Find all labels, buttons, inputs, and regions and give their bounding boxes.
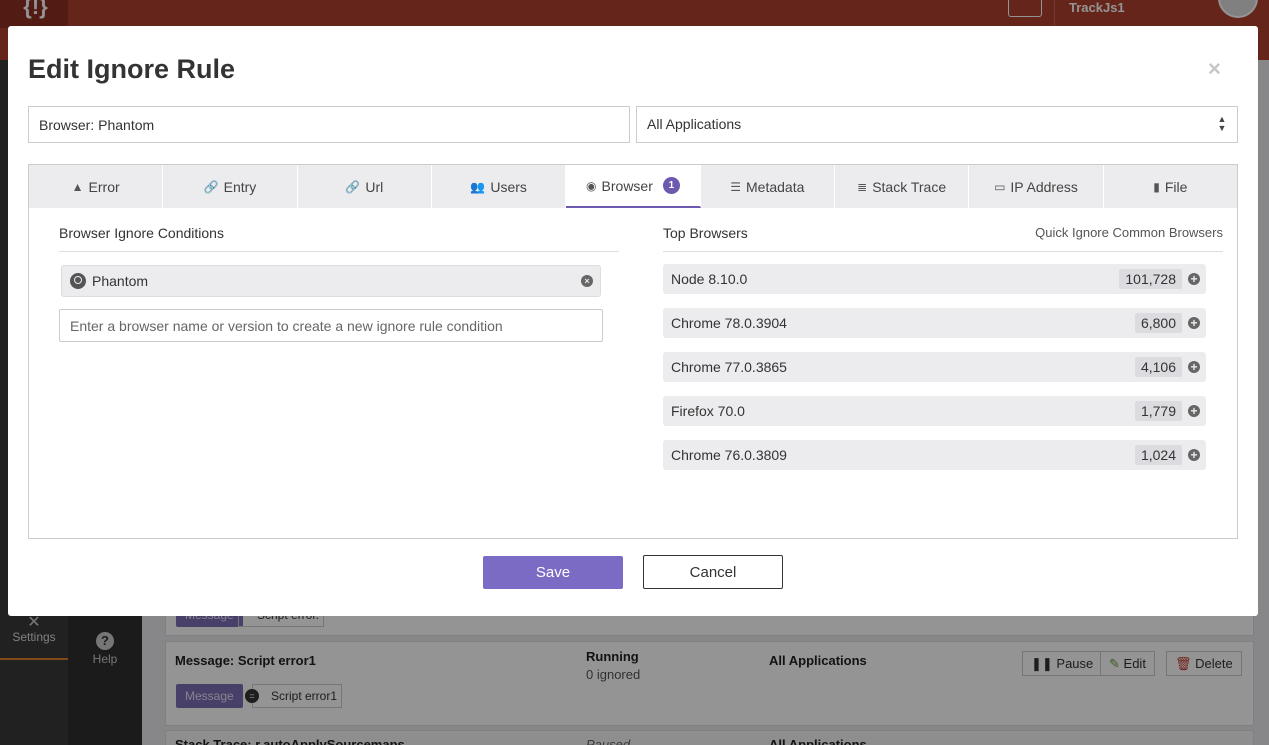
add-icon[interactable]: + xyxy=(1188,317,1200,329)
browser-row[interactable]: Chrome 77.0.3865 4,106 + xyxy=(663,352,1206,382)
tab-label: Error xyxy=(88,178,120,195)
browser-name: Node 8.10.0 xyxy=(671,271,748,287)
tab-entry[interactable]: 🔗 Entry xyxy=(163,165,298,208)
tab-label: File xyxy=(1164,178,1188,195)
add-icon[interactable]: + xyxy=(1188,273,1200,285)
warning-icon: ▲ xyxy=(71,179,84,194)
file-icon: ▮ xyxy=(1153,179,1160,194)
tab-file[interactable]: ▮ File xyxy=(1103,165,1237,208)
application-select-value: All Applications xyxy=(647,116,742,132)
browser-row[interactable]: Chrome 76.0.3809 1,024 + xyxy=(663,440,1206,470)
search-icon xyxy=(70,273,86,289)
browser-count: 1,779 xyxy=(1134,401,1182,421)
tab-url[interactable]: 🔗 Url xyxy=(297,165,432,208)
tab-error[interactable]: ▲ Error xyxy=(29,165,164,208)
add-icon[interactable]: + xyxy=(1188,405,1200,417)
browser-count: 6,800 xyxy=(1134,313,1182,333)
section-heading: Browser Ignore Conditions xyxy=(59,225,619,252)
condition-tabs-panel: ▲ Error 🔗 Entry 🔗 Url 👥 Users ◉ Browser 1 ☰ Met… xyxy=(28,164,1238,539)
condition-tag: Phantom × xyxy=(61,265,601,297)
tab-users[interactable]: 👥 Users xyxy=(431,165,567,208)
section-heading: Top Browsers Quick Ignore Common Browser… xyxy=(663,225,1223,252)
browser-count: 101,728 xyxy=(1119,269,1182,289)
tab-stack-trace[interactable]: ≣ Stack Trace xyxy=(834,165,970,208)
rule-name-field[interactable] xyxy=(28,106,630,143)
add-icon[interactable]: + xyxy=(1188,361,1200,373)
stack-icon: ≣ xyxy=(857,179,868,194)
browser-count: 1,024 xyxy=(1134,445,1182,465)
new-condition-input[interactable] xyxy=(59,309,603,342)
globe-icon: ◉ xyxy=(586,178,597,193)
tab-browser[interactable]: ◉ Browser 1 xyxy=(566,165,701,208)
save-button[interactable]: Save xyxy=(483,556,623,589)
top-browsers-heading: Top Browsers xyxy=(663,225,748,241)
link-icon: 🔗 xyxy=(203,179,219,194)
browser-count: 4,106 xyxy=(1134,357,1182,377)
tab-label: Metadata xyxy=(746,178,805,195)
tab-label: Users xyxy=(490,178,527,195)
dialog-title: Edit Ignore Rule xyxy=(28,54,236,84)
quick-ignore-label: Quick Ignore Common Browsers xyxy=(1035,225,1223,240)
browser-name: Chrome 76.0.3809 xyxy=(671,447,787,463)
browser-name: Firefox 70.0 xyxy=(671,403,745,419)
database-icon: ☰ xyxy=(730,179,741,194)
add-icon[interactable]: + xyxy=(1188,449,1200,461)
browser-conditions-section: Browser Ignore Conditions Phantom × xyxy=(59,225,619,342)
close-icon[interactable]: × xyxy=(1208,56,1221,82)
tab-label: IP Address xyxy=(1010,178,1078,195)
browser-name: Chrome 78.0.3904 xyxy=(671,315,787,331)
tab-label: Stack Trace xyxy=(872,178,947,195)
cancel-button[interactable]: Cancel xyxy=(643,555,783,589)
edit-ignore-rule-dialog: Edit Ignore Rule × All Applications ▲▼ ▲… xyxy=(8,26,1258,616)
condition-value: Phantom xyxy=(92,273,149,289)
browser-row[interactable]: Firefox 70.0 1,779 + xyxy=(663,396,1206,426)
tab-metadata[interactable]: ☰ Metadata xyxy=(700,165,835,208)
browser-row[interactable]: Chrome 78.0.3904 6,800 + xyxy=(663,308,1206,338)
link-icon: 🔗 xyxy=(345,179,361,194)
tab-bar: ▲ Error 🔗 Entry 🔗 Url 👥 Users ◉ Browser 1 ☰ Met… xyxy=(29,165,1237,208)
tab-ip-address[interactable]: ▭ IP Address xyxy=(969,165,1104,208)
tab-label: Browser xyxy=(601,177,653,194)
tab-label: Entry xyxy=(223,178,257,195)
count-badge: 1 xyxy=(662,177,680,194)
application-select[interactable]: All Applications ▲ ▼ xyxy=(636,106,1238,143)
users-icon: 👥 xyxy=(470,179,486,194)
chevron-updown-icon: ▲ ▼ xyxy=(1217,114,1227,133)
top-browsers-section: Top Browsers Quick Ignore Common Browser… xyxy=(663,225,1223,470)
monitor-icon: ▭ xyxy=(994,179,1006,194)
browser-row[interactable]: Node 8.10.0 101,728 + xyxy=(663,264,1206,294)
tab-label: Url xyxy=(365,178,384,195)
browser-name: Chrome 77.0.3865 xyxy=(671,359,787,375)
remove-condition-icon[interactable]: × xyxy=(581,275,593,287)
